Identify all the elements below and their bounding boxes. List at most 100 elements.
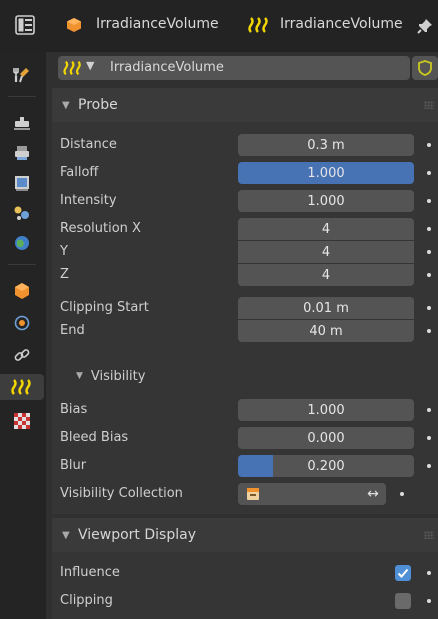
distance-field[interactable]: 0.3 m: [238, 134, 414, 156]
constraints-icon: [14, 349, 30, 361]
invert-collection-button[interactable]: ↔: [360, 483, 386, 505]
keyframe-dot[interactable]: [427, 306, 431, 310]
falloff-row: Falloff 1.000: [60, 162, 436, 184]
intensity-field[interactable]: 1.000: [238, 190, 414, 212]
clipping-end-row: End 40 m: [60, 320, 436, 342]
render-icon: [14, 117, 30, 130]
bias-row: Bias 1.000: [60, 399, 436, 421]
intensity-label: Intensity: [60, 193, 117, 208]
editor-type-button[interactable]: [14, 14, 36, 36]
properties-editor-icon: [15, 15, 35, 35]
field-value: 1.000: [307, 193, 345, 209]
keyframe-dot[interactable]: [427, 329, 431, 333]
keyframe-dot[interactable]: [427, 143, 431, 147]
tab-output[interactable]: [6, 140, 38, 166]
falloff-field[interactable]: 1.000: [238, 162, 414, 184]
tab-texture[interactable]: [6, 408, 38, 434]
drag-handle[interactable]: [424, 531, 434, 539]
pin-icon[interactable]: [416, 17, 434, 35]
bleed-bias-field[interactable]: 0.000: [238, 427, 414, 449]
clipping-start-field[interactable]: 0.01 m: [238, 297, 414, 319]
collection-icon: [247, 488, 259, 500]
panel-viewport-display-header[interactable]: ▼ Viewport Display: [52, 518, 438, 552]
resolution-z-label: Z: [60, 267, 69, 282]
clipping-end-label: End: [60, 323, 85, 338]
keyframe-dot[interactable]: [400, 492, 404, 496]
visibility-collection-row: Visibility Collection ↔: [60, 483, 436, 505]
keyframe-dot[interactable]: [427, 227, 431, 231]
tab-view-layer[interactable]: [6, 170, 38, 196]
fake-user-button[interactable]: [412, 56, 438, 80]
resolution-x-row: Resolution X 4: [60, 218, 436, 240]
scene-icon: [14, 206, 29, 220]
field-value: 4: [321, 221, 331, 237]
chevron-down-icon: ▼: [62, 529, 70, 541]
keyframe-dot[interactable]: [427, 199, 431, 203]
physics-icon: [14, 315, 30, 331]
distance-label: Distance: [60, 137, 117, 152]
tab-object-data-lightprobe[interactable]: [0, 374, 44, 400]
distance-row: Distance 0.3 m: [60, 134, 436, 156]
datablock-name: IrradianceVolume: [110, 60, 224, 75]
resolution-x-field[interactable]: 4: [238, 218, 414, 240]
keyframe-dot[interactable]: [427, 171, 431, 175]
keyframe-dot[interactable]: [427, 599, 431, 603]
field-value: 0.200: [307, 458, 345, 474]
panel-probe-header[interactable]: ▼ Probe: [52, 88, 438, 122]
keyframe-dot[interactable]: [427, 273, 431, 277]
view-layer-icon: [15, 176, 29, 191]
lightprobe-icon: [248, 17, 268, 33]
chevron-down-icon: ▼: [62, 99, 70, 111]
field-value: 4: [321, 244, 331, 260]
resolution-y-label: Y: [60, 244, 68, 259]
field-value: 4: [321, 267, 331, 283]
keyframe-dot[interactable]: [427, 571, 431, 575]
field-value: 0.01 m: [303, 300, 349, 316]
keyframe-dot[interactable]: [427, 408, 431, 412]
breadcrumb-data-name[interactable]: IrradianceVolume: [280, 16, 403, 32]
slider-fill: [238, 455, 274, 477]
subpanel-visibility-header[interactable]: ▼ Visibility: [60, 362, 430, 390]
keyframe-dot[interactable]: [427, 464, 431, 468]
keyframe-dot[interactable]: [427, 250, 431, 254]
keyframe-dot[interactable]: [427, 436, 431, 440]
tab-render[interactable]: [6, 110, 38, 136]
properties-tabs: [0, 52, 46, 619]
tab-scene[interactable]: [6, 200, 38, 226]
clipping-row: Clipping: [60, 590, 436, 612]
influence-row: Influence: [60, 562, 436, 584]
tab-world[interactable]: [6, 230, 38, 256]
clipping-end-field[interactable]: 40 m: [238, 320, 414, 342]
lightprobe-icon: [63, 60, 81, 76]
datablock-selector[interactable]: ▼ IrradianceVolume: [58, 56, 410, 80]
subpanel-title: Visibility: [90, 368, 146, 384]
shield-icon: [418, 60, 432, 76]
tab-object[interactable]: [6, 278, 38, 304]
breadcrumb: IrradianceVolume IrradianceVolume: [66, 16, 406, 38]
tab-constraints[interactable]: [6, 342, 38, 368]
chevron-down-icon: ▼: [76, 371, 83, 381]
field-value: 40 m: [309, 323, 343, 339]
clipping-checkbox[interactable]: [395, 593, 411, 609]
influence-checkbox[interactable]: [395, 565, 411, 581]
intensity-row: Intensity 1.000: [60, 190, 436, 212]
panel-title: Viewport Display: [78, 527, 196, 543]
resolution-y-row: Y 4: [60, 241, 436, 263]
object-icon: [15, 283, 29, 299]
resolution-z-field[interactable]: 4: [238, 264, 414, 286]
tab-physics[interactable]: [6, 310, 38, 336]
blur-slider[interactable]: 0.200: [238, 455, 414, 477]
field-value: 1.000: [307, 402, 345, 418]
influence-label: Influence: [60, 565, 120, 580]
drag-handle[interactable]: [424, 101, 434, 109]
tab-tool[interactable]: [6, 62, 38, 88]
field-value: 0.3 m: [307, 137, 345, 153]
clipping-start-row: Clipping Start 0.01 m: [60, 297, 436, 319]
breadcrumb-object-name[interactable]: IrradianceVolume: [96, 16, 219, 32]
panel-title: Probe: [78, 97, 118, 113]
bias-field[interactable]: 1.000: [238, 399, 414, 421]
arrow-left-right-icon: ↔: [367, 486, 379, 502]
falloff-label: Falloff: [60, 165, 99, 180]
clipping-label: Clipping: [60, 593, 113, 608]
resolution-y-field[interactable]: 4: [238, 241, 414, 263]
